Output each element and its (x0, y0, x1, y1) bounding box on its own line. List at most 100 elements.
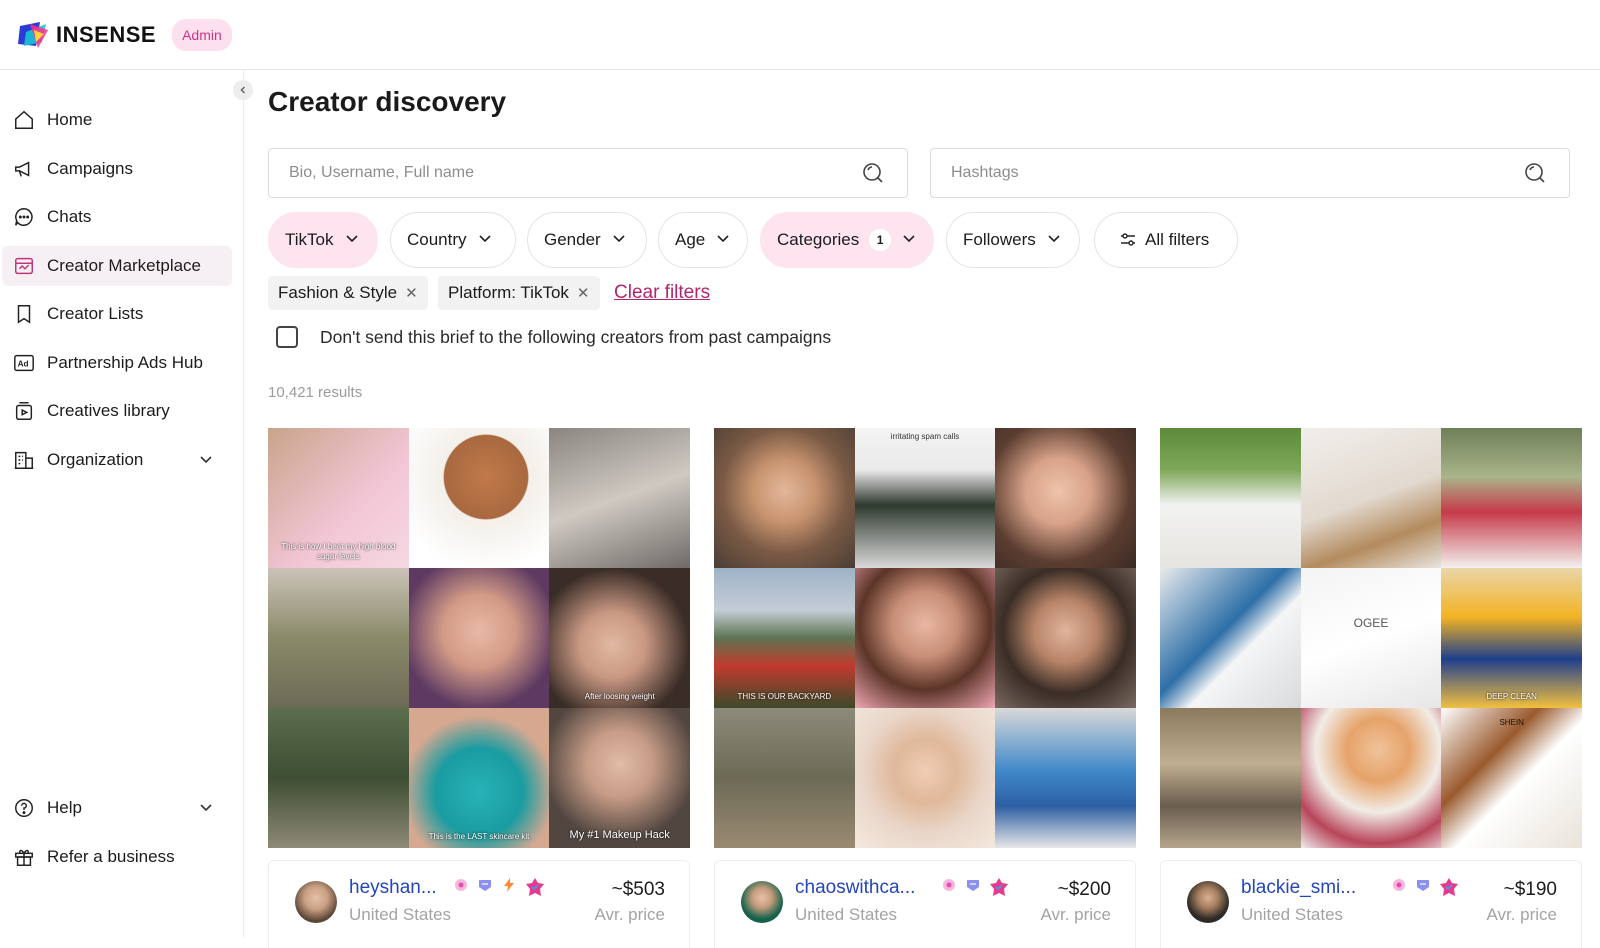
sidebar-item-label: Creatives library (47, 401, 170, 420)
content-thumbnail[interactable]: THIS IS OUR BACKYARD (714, 568, 855, 708)
sidebar-item-campaigns[interactable]: Campaigns (2, 149, 232, 189)
avatar (295, 881, 337, 923)
creator-info[interactable]: heyshan... United States ~$503 Avr. pric… (268, 860, 690, 948)
sidebar-item-label: Help (47, 798, 82, 817)
sidebar-item-label: Home (47, 110, 93, 129)
search-icon[interactable] (1523, 161, 1547, 185)
sidebar-item-creatives-library[interactable]: Creatives library (2, 391, 232, 431)
content-thumbnail[interactable]: My #1 Makeup Hack (549, 708, 690, 848)
shield-badge-icon (965, 877, 981, 902)
sidebar-item-refer-a-business[interactable]: Refer a business (2, 837, 232, 877)
chevron-down-icon[interactable] (198, 799, 214, 820)
close-icon[interactable]: ✕ (577, 284, 590, 302)
content-thumbnail[interactable] (854, 568, 996, 708)
all-filters-button[interactable]: All filters (1094, 212, 1238, 268)
avatar (741, 881, 783, 923)
bookmark-icon (12, 302, 36, 326)
age-filter[interactable]: Age (658, 212, 748, 268)
content-thumbnail[interactable] (854, 708, 996, 848)
content-thumbnail[interactable]: SHEIN (1441, 708, 1582, 848)
content-thumbnail-grid[interactable]: This is how I beat my high blood sugar l… (268, 428, 690, 848)
active-filter-tag: Fashion & Style ✕ (268, 276, 428, 310)
content-thumbnail[interactable] (408, 568, 550, 708)
platform-filter[interactable]: TikTok (268, 212, 378, 268)
sidebar-item-organization[interactable]: Organization (2, 440, 232, 480)
content-thumbnail[interactable]: This is how I beat my high blood sugar l… (268, 428, 409, 568)
content-thumbnail[interactable]: irritating spam calls (854, 428, 996, 568)
content-thumbnail[interactable]: This is the LAST skincare kit (408, 708, 550, 848)
collapse-sidebar-button[interactable] (233, 80, 253, 100)
search-icon[interactable] (861, 161, 885, 185)
categories-filter[interactable]: Categories 1 (760, 212, 934, 268)
sidebar-item-help[interactable]: Help (2, 788, 232, 828)
clear-filters-link[interactable]: Clear filters (614, 282, 710, 304)
content-thumbnail[interactable]: OGEE (1300, 568, 1442, 708)
sidebar-item-home[interactable]: Home (2, 100, 232, 140)
filter-label: All filters (1145, 230, 1210, 249)
sidebar-item-creator-lists[interactable]: Creator Lists (2, 294, 232, 334)
creator-info[interactable]: blackie_smi... United States ~$190 Avr. … (1160, 860, 1582, 948)
insense-logo-icon[interactable] (16, 20, 50, 50)
price-label: Avr. price (1040, 905, 1111, 924)
creator-badges (453, 877, 545, 902)
svg-text:Ad: Ad (18, 360, 29, 369)
filter-label: Followers (963, 230, 1036, 249)
hashtags-field[interactable] (930, 148, 1570, 198)
exclude-creators-label: Don't send this brief to the following c… (320, 326, 832, 347)
exclude-creators-checkbox[interactable] (276, 326, 298, 348)
flower-badge-icon (941, 877, 957, 902)
content-thumbnail[interactable] (714, 428, 855, 568)
creator-card[interactable]: This is how I beat my high blood sugar l… (268, 428, 690, 948)
chevron-down-icon[interactable] (198, 451, 214, 472)
content-thumbnail[interactable] (1160, 708, 1301, 848)
creator-badges (1391, 877, 1459, 902)
sidebar-item-partnership-ads-hub[interactable]: Ad Partnership Ads Hub (2, 343, 232, 383)
price-label: Avr. price (594, 905, 665, 924)
content-thumbnail[interactable] (1160, 428, 1301, 568)
content-thumbnail[interactable]: After loosing weight (549, 568, 690, 708)
active-filter-tag: Platform: TikTok ✕ (438, 276, 600, 310)
exclude-creators-row[interactable]: Don't send this brief to the following c… (276, 326, 831, 348)
followers-filter[interactable]: Followers (946, 212, 1080, 268)
creator-username[interactable]: heyshan... (349, 877, 437, 899)
content-thumbnail[interactable] (1300, 428, 1442, 568)
shield-badge-icon (477, 877, 493, 902)
thumbnail-caption: SHEIN (1499, 718, 1524, 727)
search-input[interactable] (289, 164, 861, 182)
content-thumbnail[interactable] (1441, 428, 1582, 568)
sidebar-item-creator-marketplace[interactable]: Creator Marketplace (2, 246, 232, 286)
creator-username[interactable]: chaoswithca... (795, 877, 915, 899)
chevron-down-icon (344, 230, 360, 251)
creator-price: ~$190 (1503, 879, 1557, 900)
content-thumbnail[interactable] (268, 568, 409, 708)
content-thumbnail[interactable] (1160, 568, 1301, 708)
gender-filter[interactable]: Gender (527, 212, 647, 268)
filter-label: Gender (544, 230, 601, 249)
close-icon[interactable]: ✕ (405, 284, 418, 302)
content-thumbnail[interactable] (995, 708, 1136, 848)
content-thumbnail[interactable] (714, 708, 855, 848)
chevron-down-icon (715, 230, 731, 251)
creator-card[interactable]: OGEE DEEP CLEAN SHEIN blackie_smi... Uni… (1160, 428, 1582, 948)
thumbnail-caption: This is the LAST skincare kit (428, 832, 530, 841)
content-thumbnail[interactable] (1300, 708, 1442, 848)
country-filter[interactable]: Country (390, 212, 516, 268)
chevron-down-icon (901, 230, 917, 251)
search-field[interactable] (268, 148, 908, 198)
creator-username[interactable]: blackie_smi... (1241, 877, 1356, 899)
content-thumbnail[interactable]: DEEP CLEAN (1441, 568, 1582, 708)
creator-info[interactable]: chaoswithca... United States ~$200 Avr. … (714, 860, 1136, 948)
creator-card[interactable]: irritating spam calls THIS IS OUR BACKYA… (714, 428, 1136, 948)
ad-icon: Ad (12, 351, 36, 375)
filter-label: Categories (777, 230, 860, 249)
content-thumbnail-grid[interactable]: irritating spam calls THIS IS OUR BACKYA… (714, 428, 1136, 848)
content-thumbnail[interactable] (995, 428, 1136, 568)
content-thumbnail[interactable] (549, 428, 690, 568)
content-thumbnail[interactable] (268, 708, 409, 848)
sidebar-item-label: Partnership Ads Hub (47, 353, 203, 372)
content-thumbnail[interactable] (995, 568, 1136, 708)
content-thumbnail[interactable] (408, 428, 550, 568)
hashtags-input[interactable] (951, 164, 1523, 182)
content-thumbnail-grid[interactable]: OGEE DEEP CLEAN SHEIN (1160, 428, 1582, 848)
sidebar-item-chats[interactable]: Chats (2, 197, 232, 237)
